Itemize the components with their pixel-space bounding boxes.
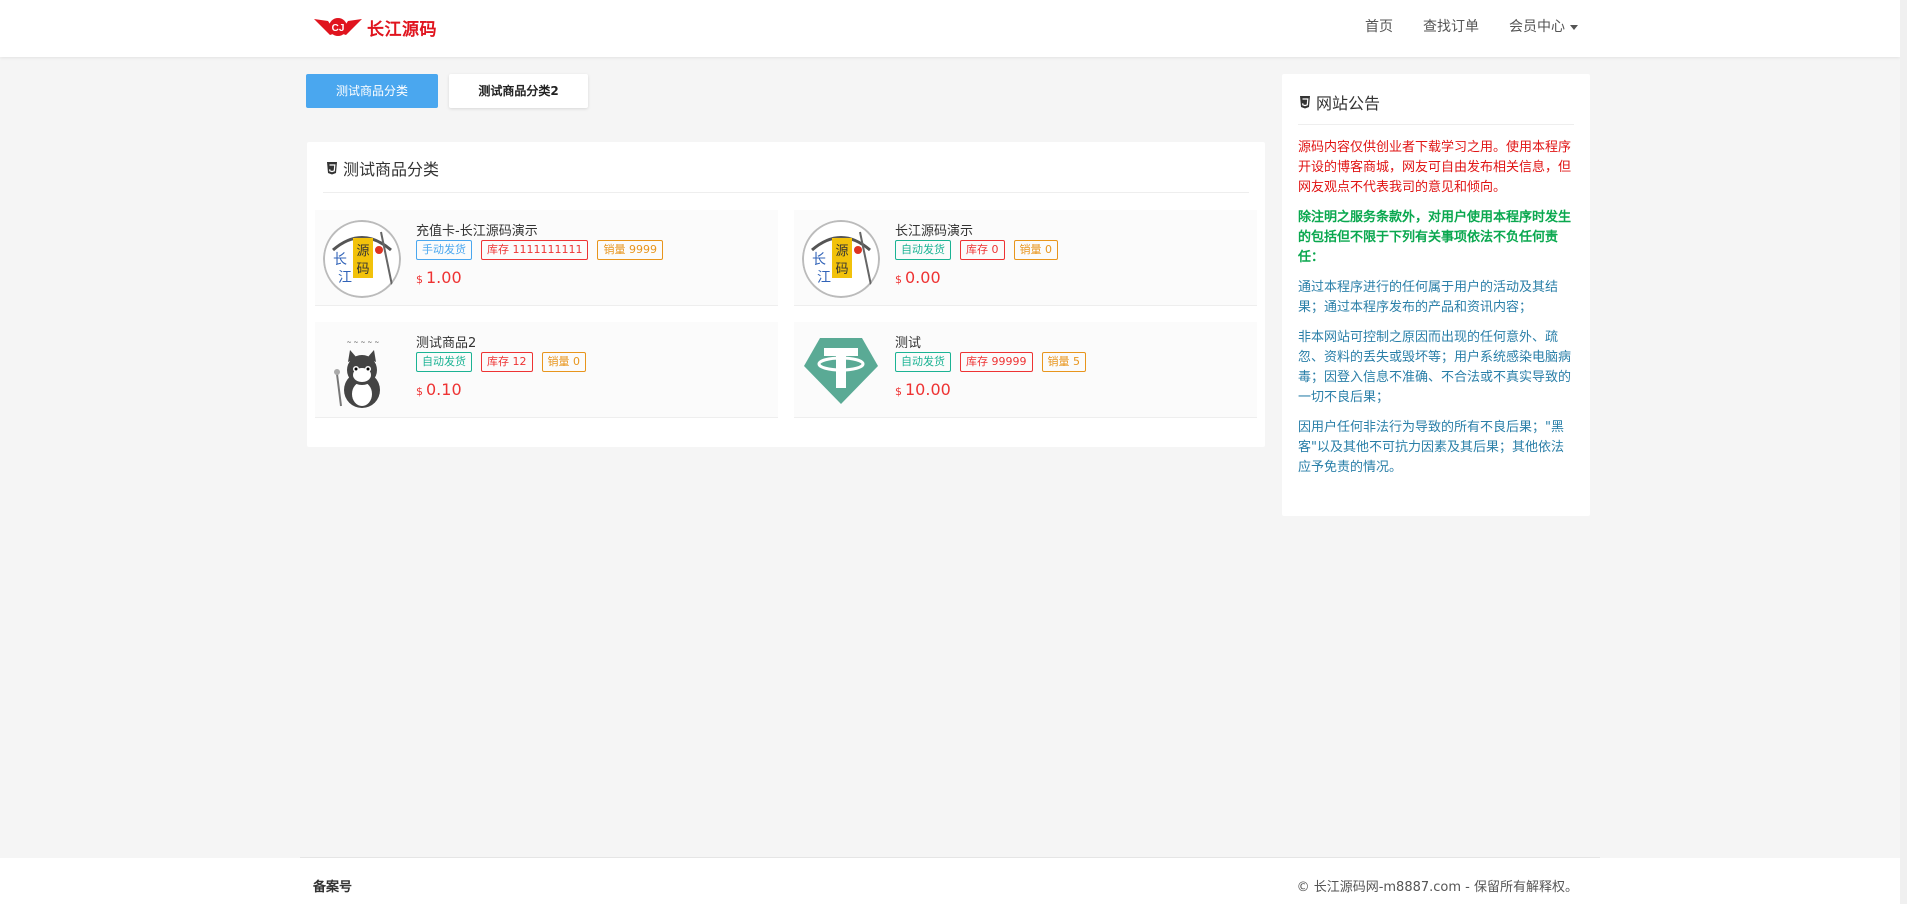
panel-title: 测试商品分类 — [325, 156, 439, 180]
tab-category-2[interactable]: 测试商品分类2 — [449, 74, 588, 108]
panel-title-text: 测试商品分类 — [343, 160, 440, 179]
product-card[interactable]: 源 码 长 江 充值卡-长江源码演示 手动发货 库存 1111111111 销量… — [315, 210, 778, 306]
top-navbar: CJ 长江源码 首页 查找订单 会员中心 — [0, 0, 1900, 57]
product-card[interactable]: 源 码 长 江 长江源码演示 自动发货 库存 0 销量 0 $0.00 — [794, 210, 1257, 306]
product-card[interactable]: ~ ~ ~ ~ ~ 测试商品2 自动发货 库存 12 销量 0 $0.10 — [315, 322, 778, 418]
delivery-badge: 自动发货 — [895, 240, 951, 260]
delivery-badge: 自动发货 — [895, 352, 951, 372]
cat-image: ~ ~ ~ ~ ~ — [323, 332, 401, 410]
svg-text:源: 源 — [356, 244, 369, 259]
sales-badge: 销量 5 — [1041, 352, 1086, 372]
notice-panel: 网站公告 源码内容仅供创业者下载学习之用。使用本程序开设的博客商城，网友可自由发… — [1282, 74, 1590, 516]
notice-paragraph: 因用户任何非法行为导致的所有不良后果；"黑客"以及其他不可抗力因素及其后果；其他… — [1298, 420, 1564, 475]
notice-paragraph: 非本网站可控制之原因而出现的任何意外、疏忽、资料的丢失或毁坏等；用户系统感染电脑… — [1298, 330, 1572, 405]
sales-badge: 销量 0 — [1013, 240, 1058, 260]
notice-title-text: 网站公告 — [1316, 94, 1381, 113]
stock-badge: 库存 0 — [960, 240, 1005, 260]
site-logo[interactable]: CJ 长江源码 — [312, 14, 437, 40]
icp-record[interactable]: 备案号 — [313, 876, 352, 895]
sales-badge: 销量 9999 — [597, 240, 663, 260]
product-name[interactable]: 测试商品2 — [416, 332, 476, 351]
currency-symbol: $ — [895, 273, 902, 286]
divider — [323, 192, 1249, 193]
stock-badge: 库存 12 — [481, 352, 533, 372]
nav-member-center-label: 会员中心 — [1509, 19, 1565, 35]
product-badges: 手动发货 库存 1111111111 销量 9999 — [416, 240, 663, 260]
nav-find-order[interactable]: 查找订单 — [1423, 16, 1479, 36]
scrollbar[interactable] — [1900, 0, 1907, 904]
copyright: © 长江源码网-m8887.com - 保留所有解释权。 — [1296, 880, 1578, 895]
changjiang-seal-image: 源 码 长 江 — [323, 220, 401, 298]
product-name[interactable]: 长江源码演示 — [895, 220, 973, 239]
product-badges: 自动发货 库存 0 销量 0 — [895, 240, 1058, 260]
currency-symbol: $ — [416, 273, 423, 286]
main-nav: 首页 查找订单 会员中心 — [1365, 16, 1578, 36]
divider — [1298, 124, 1574, 125]
price-value: 0.00 — [905, 268, 941, 287]
logo-wings-icon: CJ — [314, 18, 362, 36]
delivery-badge: 自动发货 — [416, 352, 472, 372]
product-price: $0.10 — [416, 380, 462, 399]
notice-title: 网站公告 — [1298, 90, 1380, 114]
nav-member-center[interactable]: 会员中心 — [1509, 16, 1578, 36]
changjiang-seal-image: 源 码 长 江 — [802, 220, 880, 298]
notice-paragraph: 通过本程序进行的任何属于用户的活动及其结果；通过本程序发布的产品和资讯内容； — [1298, 280, 1559, 315]
sales-badge: 销量 0 — [541, 352, 586, 372]
product-price: $0.00 — [895, 268, 941, 287]
svg-text:长: 长 — [812, 252, 826, 268]
currency-symbol: $ — [895, 385, 902, 398]
product-price: $1.00 — [416, 268, 462, 287]
price-value: 1.00 — [426, 268, 462, 287]
product-panel: 测试商品分类 源 码 长 江 充值卡-长江源码演示 手动发货 库存 111111… — [307, 142, 1265, 447]
svg-text:江: 江 — [338, 270, 352, 286]
product-badges: 自动发货 库存 12 销量 0 — [416, 352, 586, 372]
nav-home[interactable]: 首页 — [1365, 16, 1393, 36]
notice-body: 源码内容仅供创业者下载学习之用。使用本程序开设的博客商城，网友可自由发布相关信息… — [1298, 138, 1576, 488]
notice-paragraph: 除注明之服务条款外，对用户使用本程序时发生的包括但不限于下列有关事项依法不负任何… — [1298, 210, 1572, 265]
svg-text:长: 长 — [333, 252, 347, 268]
price-value: 0.10 — [426, 380, 462, 399]
css3-icon — [327, 162, 337, 175]
tab-category-1[interactable]: 测试商品分类 — [306, 74, 438, 108]
stock-badge: 库存 99999 — [960, 352, 1033, 372]
chevron-down-icon — [1570, 24, 1578, 30]
product-name[interactable]: 充值卡-长江源码演示 — [416, 220, 538, 239]
product-name[interactable]: 测试 — [895, 332, 921, 351]
svg-text:江: 江 — [817, 270, 831, 286]
svg-text:码: 码 — [356, 262, 369, 277]
svg-text:码: 码 — [835, 262, 848, 277]
svg-text:CJ: CJ — [332, 23, 345, 34]
stock-badge: 库存 1111111111 — [481, 240, 589, 260]
product-price: $10.00 — [895, 380, 951, 399]
currency-symbol: $ — [416, 385, 423, 398]
notice-paragraph: 源码内容仅供创业者下载学习之用。使用本程序开设的博客商城，网友可自由发布相关信息… — [1298, 140, 1572, 195]
svg-text:~ ~ ~ ~ ~: ~ ~ ~ ~ ~ — [347, 339, 380, 346]
tether-icon — [802, 332, 880, 410]
price-value: 10.00 — [905, 380, 951, 399]
product-badges: 自动发货 库存 99999 销量 5 — [895, 352, 1086, 372]
css3-icon — [1300, 96, 1310, 109]
product-card[interactable]: 测试 自动发货 库存 99999 销量 5 $10.00 — [794, 322, 1257, 418]
footer: 备案号 © 长江源码网-m8887.com - 保留所有解释权。 — [0, 858, 1900, 904]
logo-text: 长江源码 — [367, 19, 437, 40]
svg-text:源: 源 — [835, 244, 848, 259]
delivery-badge: 手动发货 — [416, 240, 472, 260]
